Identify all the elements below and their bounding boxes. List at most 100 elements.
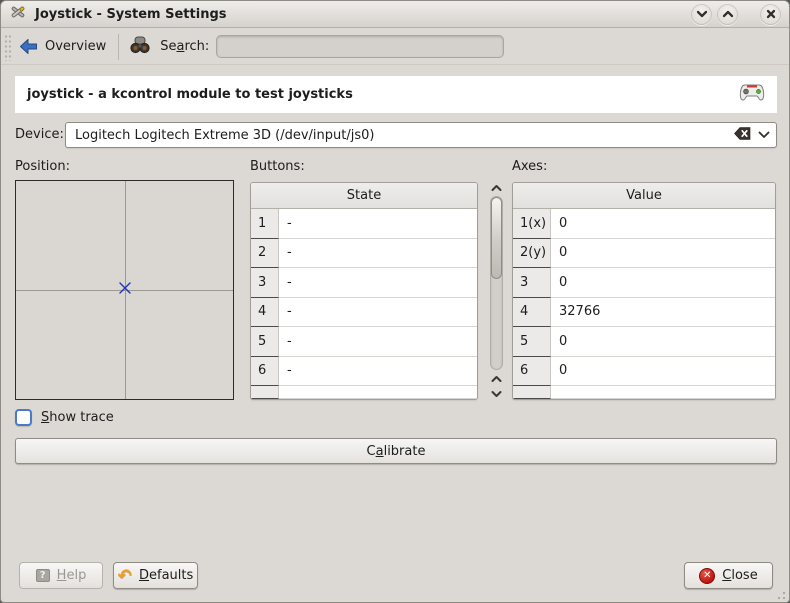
help-label: Help: [57, 568, 87, 583]
table-row-partial: [251, 386, 477, 399]
buttons-table-header[interactable]: State: [251, 183, 477, 209]
position-label: Position:: [15, 159, 70, 174]
back-arrow-icon: [19, 38, 38, 55]
row-header: 3: [251, 268, 279, 298]
row-header: 6: [251, 357, 279, 387]
toolbar-drag-handle[interactable]: [3, 33, 11, 61]
position-x-marker: [118, 282, 131, 299]
show-trace-label[interactable]: Show trace: [41, 410, 114, 425]
table-row[interactable]: 3-: [251, 268, 477, 298]
title-bar[interactable]: Joystick - System Settings: [1, 1, 789, 28]
row-header: 2: [251, 239, 279, 269]
row-value: -: [279, 239, 477, 269]
table-row[interactable]: 1-: [251, 209, 477, 239]
device-combobox[interactable]: Logitech Logitech Extreme 3D (/dev/input…: [65, 122, 777, 148]
scrollbar-track[interactable]: [490, 196, 503, 370]
axes-table: Value 1(x)02(y)0304327665060: [512, 182, 776, 400]
table-row[interactable]: 30: [513, 268, 775, 298]
search-label: Search:: [160, 39, 209, 54]
overview-label: Overview: [45, 39, 106, 54]
row-value: 0: [551, 239, 775, 269]
defaults-label: Defaults: [139, 568, 193, 583]
clear-field-icon[interactable]: [734, 127, 751, 144]
close-icon: [766, 9, 776, 19]
row-header: 1(x): [513, 209, 551, 239]
row-value: 0: [551, 209, 775, 239]
axes-table-body: 1(x)02(y)0304327665060: [513, 209, 775, 399]
buttons-table: State 1-2-3-4-5-6-: [250, 182, 478, 400]
chevron-down-icon: [696, 10, 708, 18]
window: Joystick - System Settings Overview: [0, 0, 790, 603]
row-value: -: [279, 327, 477, 357]
table-row[interactable]: 50: [513, 327, 775, 357]
row-value: -: [279, 268, 477, 298]
resize-grip[interactable]: [773, 587, 785, 599]
close-x-icon: ✕: [699, 568, 715, 584]
row-header: 1: [251, 209, 279, 239]
vertical-scrollbar[interactable]: [488, 180, 505, 401]
close-button[interactable]: ✕ Close: [684, 562, 773, 589]
position-display: [15, 180, 234, 400]
table-row[interactable]: 2-: [251, 239, 477, 269]
axes-label: Axes:: [512, 159, 547, 174]
row-value: 0: [551, 268, 775, 298]
close-window-button[interactable]: [760, 4, 781, 25]
scrollbar-thumb[interactable]: [491, 197, 502, 279]
row-value: -: [279, 357, 477, 387]
undo-arrow-icon: ↶: [118, 569, 132, 583]
scroll-up-button-bottom[interactable]: [488, 371, 505, 386]
close-label: Close: [722, 568, 757, 583]
buttons-label: Buttons:: [250, 159, 305, 174]
gamepad-icon: [739, 83, 765, 106]
row-value: 0: [551, 357, 775, 387]
chevron-up-icon: [722, 10, 734, 18]
row-header: 4: [251, 298, 279, 328]
axes-table-header[interactable]: Value: [513, 183, 775, 209]
window-title: Joystick - System Settings: [35, 7, 686, 22]
table-row[interactable]: 1(x)0: [513, 209, 775, 239]
maximize-button[interactable]: [717, 4, 738, 25]
toolbar: Overview Search:: [1, 29, 789, 65]
help-icon: ?: [36, 569, 50, 582]
scroll-down-button[interactable]: [488, 386, 505, 401]
scroll-up-button[interactable]: [488, 180, 505, 195]
defaults-button[interactable]: ↶ Defaults: [113, 562, 198, 589]
row-header: 2(y): [513, 239, 551, 269]
table-row[interactable]: 5-: [251, 327, 477, 357]
device-label: Device:: [15, 127, 64, 142]
toolbar-separator: [118, 34, 119, 60]
table-row[interactable]: 432766: [513, 298, 775, 328]
table-row-partial: [513, 386, 775, 399]
row-header: 3: [513, 268, 551, 298]
system-settings-tools-icon: [9, 3, 27, 25]
table-row[interactable]: 60: [513, 357, 775, 387]
show-trace-option: Show trace: [15, 409, 114, 426]
row-header: 6: [513, 357, 551, 387]
axes-column-header: Value: [626, 188, 662, 203]
chevron-down-icon: [491, 390, 502, 398]
shade-button[interactable]: [691, 4, 712, 25]
module-title: joystick - a kcontrol module to test joy…: [27, 87, 739, 102]
table-row[interactable]: 4-: [251, 298, 477, 328]
chevron-up-icon: [491, 184, 502, 192]
help-button[interactable]: ? Help: [19, 562, 103, 589]
table-row[interactable]: 6-: [251, 357, 477, 387]
chevron-up-icon: [491, 375, 502, 383]
row-value: -: [279, 209, 477, 239]
row-header: 5: [251, 327, 279, 357]
combobox-chevron-down-icon[interactable]: [758, 131, 770, 139]
row-value: 0: [551, 327, 775, 357]
calibrate-label: Calibrate: [367, 444, 426, 459]
table-row[interactable]: 2(y)0: [513, 239, 775, 269]
row-value: 32766: [551, 298, 775, 328]
show-trace-checkbox[interactable]: [15, 409, 32, 426]
device-combobox-value: Logitech Logitech Extreme 3D (/dev/input…: [75, 128, 734, 143]
row-header: 4: [513, 298, 551, 328]
module-header: joystick - a kcontrol module to test joy…: [15, 76, 777, 113]
overview-button[interactable]: Overview: [11, 34, 116, 59]
binoculars-search-icon: [129, 36, 151, 58]
buttons-column-header: State: [347, 188, 381, 203]
calibrate-button[interactable]: Calibrate: [15, 438, 777, 464]
search-input[interactable]: [216, 35, 504, 58]
buttons-table-body: 1-2-3-4-5-6-: [251, 209, 477, 399]
